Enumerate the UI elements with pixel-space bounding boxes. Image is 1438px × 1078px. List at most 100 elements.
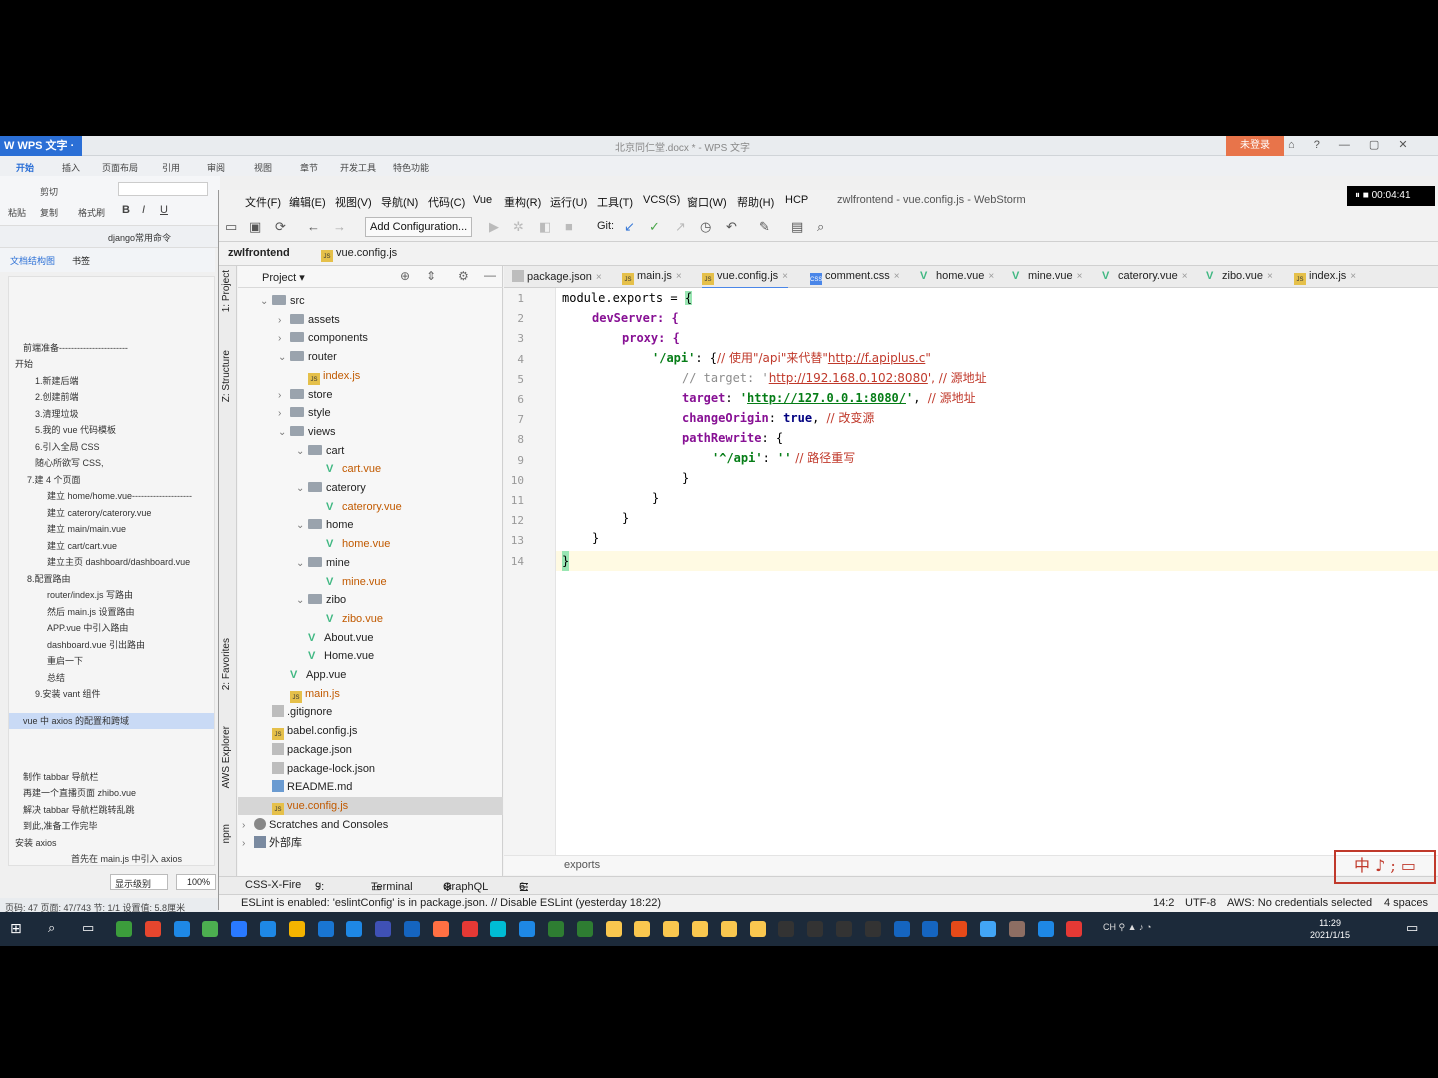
- hide-icon[interactable]: —: [484, 268, 496, 282]
- status-indent[interactable]: 4 spaces: [1384, 897, 1428, 909]
- wps-tab-special[interactable]: 特色功能: [393, 161, 429, 174]
- taskbar-app-icon[interactable]: [519, 921, 536, 937]
- outline-item[interactable]: dashboard.vue 引出路由: [47, 638, 145, 651]
- search-icon[interactable]: ⌕: [817, 219, 824, 235]
- tree-item[interactable]: ⌄ src: [260, 292, 305, 310]
- git-rollback-icon[interactable]: ↶: [726, 219, 737, 235]
- add-configuration-button[interactable]: Add Configuration...: [365, 217, 473, 237]
- tool-npm[interactable]: npm: [221, 824, 232, 843]
- chevron-right-icon[interactable]: ›: [242, 817, 254, 835]
- menu-edit[interactable]: 编辑(E): [289, 194, 326, 210]
- chevron-right-icon[interactable]: ›: [278, 387, 290, 405]
- editor-tab[interactable]: package.json ×: [512, 270, 602, 283]
- outline-item[interactable]: 7.建 4 个页面: [27, 473, 81, 486]
- menu-vue[interactable]: Vue: [473, 194, 492, 206]
- menu-tools[interactable]: 工具(T): [597, 194, 633, 210]
- menu-view[interactable]: 视图(V): [335, 194, 372, 210]
- tool-css-x-fire[interactable]: CSS-X-Fire: [245, 879, 301, 891]
- taskbar-app-icon[interactable]: [893, 921, 910, 937]
- tree-item[interactable]: Vmine.vue: [314, 573, 387, 591]
- back-icon[interactable]: ←: [307, 219, 320, 234]
- taskbar-app-icon[interactable]: [461, 921, 478, 937]
- sync-icon[interactable]: ⟳: [275, 219, 286, 235]
- git-history-icon[interactable]: ◷: [700, 219, 711, 235]
- breadcrumb-file[interactable]: JS vue.config.js: [321, 247, 397, 262]
- chevron-down-icon[interactable]: ⌄: [296, 443, 308, 461]
- close-icon[interactable]: ×: [1077, 271, 1083, 282]
- taskbar-app-icon[interactable]: [375, 921, 392, 937]
- chevron-right-icon[interactable]: ›: [278, 405, 290, 423]
- editor-tab[interactable]: Vzibo.vue ×: [1206, 270, 1273, 282]
- menu-window[interactable]: 窗口(W): [687, 194, 727, 210]
- taskbar-app-icon[interactable]: [490, 921, 507, 937]
- outline-item[interactable]: 1.新建后端: [35, 374, 79, 387]
- taskbar-clock[interactable]: 11:29 2021/1/15: [1310, 917, 1350, 941]
- taskbar-app-icon[interactable]: [346, 921, 363, 937]
- tree-item[interactable]: JS main.js: [278, 685, 340, 703]
- status-aws[interactable]: AWS: No credentials selected: [1227, 897, 1372, 909]
- wps-format-painter-button[interactable]: 格式刷: [78, 206, 105, 219]
- chevron-down-icon[interactable]: ⌄: [278, 349, 290, 367]
- editor-tab[interactable]: JS main.js ×: [622, 270, 682, 285]
- wps-login-button[interactable]: 未登录: [1226, 136, 1284, 156]
- tree-item[interactable]: › 外部库: [242, 834, 302, 852]
- taskbar-app-icon[interactable]: [404, 921, 420, 937]
- gear-icon[interactable]: ⚙: [458, 269, 469, 283]
- wps-cut-button[interactable]: 剪切: [40, 185, 58, 198]
- tree-item[interactable]: V About.vue: [296, 629, 374, 647]
- outline-item[interactable]: APP.vue 中引入路由: [47, 621, 128, 634]
- locate-icon[interactable]: ⊕: [400, 269, 410, 283]
- editor-tab[interactable]: Vhome.vue ×: [920, 270, 994, 282]
- editor-tab[interactable]: JS vue.config.js ×: [702, 270, 788, 289]
- tree-item[interactable]: ⌄ router: [278, 348, 337, 366]
- project-structure-icon[interactable]: ▤: [791, 219, 803, 235]
- outline-item[interactable]: 建立 main/main.vue: [47, 522, 126, 535]
- system-tray[interactable]: CH ⚲ ▲ ♪ ◔: [1103, 922, 1151, 933]
- taskbar-app-icon[interactable]: [864, 921, 881, 937]
- outline-item[interactable]: 建立 cart/cart.vue: [47, 539, 117, 552]
- menu-code[interactable]: 代码(C): [428, 194, 465, 210]
- status-encoding[interactable]: UTF-8: [1185, 897, 1216, 909]
- outline-item[interactable]: 随心所欲写 CSS,: [35, 456, 104, 469]
- outline-item[interactable]: 开始: [15, 357, 33, 370]
- taskbar-app-icon[interactable]: [231, 921, 248, 937]
- tree-item[interactable]: Vzibo.vue: [314, 610, 383, 628]
- taskbar-app-icon[interactable]: [663, 921, 680, 937]
- forward-icon[interactable]: →: [333, 219, 346, 234]
- editor-tab[interactable]: Vmine.vue ×: [1012, 270, 1082, 282]
- tree-item[interactable]: › assets: [278, 311, 340, 329]
- tree-item[interactable]: V Home.vue: [296, 647, 374, 665]
- tool-structure[interactable]: Z: Structure: [221, 350, 232, 402]
- tool-aws-explorer[interactable]: AWS Explorer: [221, 726, 232, 788]
- wps-tab-view[interactable]: 视图: [254, 161, 272, 174]
- tree-item[interactable]: Vcart.vue: [314, 460, 381, 478]
- outline-item[interactable]: router/index.js 写路由: [47, 588, 133, 601]
- windows-start-icon[interactable]: ⊞: [10, 920, 22, 937]
- taskbar-app-icon[interactable]: [951, 921, 968, 937]
- tree-item[interactable]: Vcaterory.vue: [314, 498, 402, 516]
- wps-tab-reference[interactable]: 引用: [162, 161, 180, 174]
- chevron-down-icon[interactable]: ⌄: [296, 480, 308, 498]
- run-icon[interactable]: ▶: [489, 219, 499, 235]
- wps-nav-tab-structure[interactable]: 文档结构图: [10, 254, 55, 267]
- taskbar-app-icon[interactable]: [922, 921, 939, 937]
- close-icon[interactable]: ×: [1350, 271, 1356, 282]
- taskbar-app-icon[interactable]: [144, 921, 161, 937]
- breadcrumb-project[interactable]: zwlfrontend: [228, 247, 290, 259]
- taskbar-app-icon[interactable]: [1037, 921, 1054, 937]
- outline-item[interactable]: 再建一个直播页面 zhibo.vue: [23, 786, 136, 799]
- taskbar-app-icon[interactable]: [576, 921, 593, 937]
- settings-wrench-icon[interactable]: ✎: [759, 219, 770, 235]
- menu-refactor[interactable]: 重构(R): [504, 194, 541, 210]
- taskbar-app-icon[interactable]: [778, 921, 795, 937]
- wps-tab-review[interactable]: 审阅: [207, 161, 225, 174]
- wps-tab-dev[interactable]: 开发工具: [340, 161, 376, 174]
- tree-item[interactable]: JS index.js: [296, 367, 360, 385]
- outline-item[interactable]: 重启一下: [47, 654, 83, 667]
- wps-nav-tab-bookmark[interactable]: 书签: [72, 254, 90, 267]
- chevron-right-icon[interactable]: ›: [278, 330, 290, 348]
- taskbar-app-icon[interactable]: [720, 921, 737, 937]
- taskbar-app-icon[interactable]: [202, 921, 219, 937]
- tree-item[interactable]: package-lock.json: [260, 760, 375, 778]
- taskbar-app-icon[interactable]: [1066, 921, 1083, 937]
